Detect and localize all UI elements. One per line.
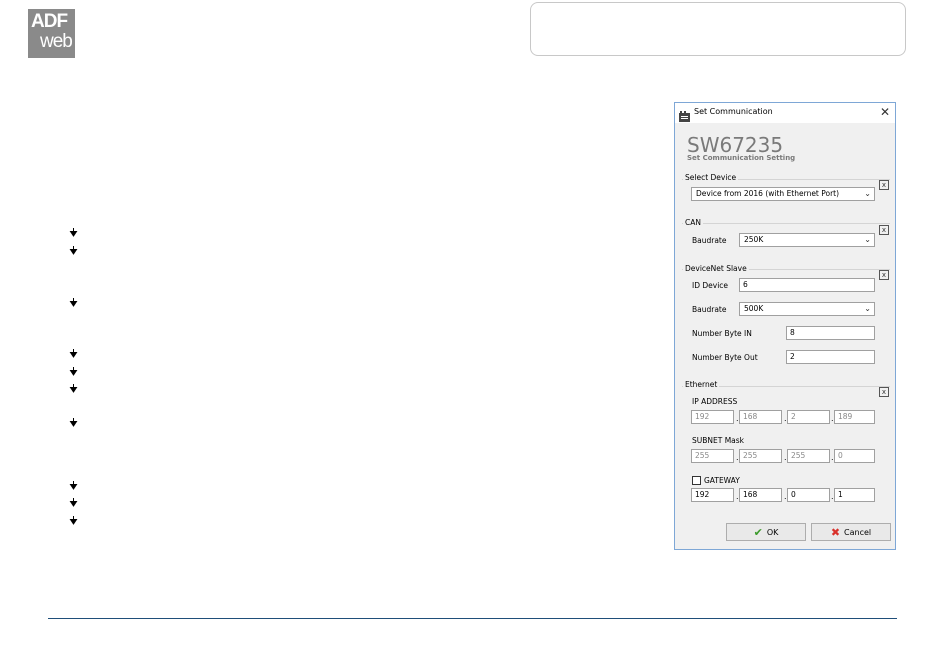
dialog-title: Set Communication — [694, 107, 773, 116]
can-baudrate-select[interactable]: 250K ⌄ — [739, 233, 875, 247]
devicenet-baudrate-label: Baudrate — [692, 305, 727, 314]
arrow-bullet-icon — [69, 228, 78, 237]
app-icon — [679, 107, 690, 122]
gateway-octet-4[interactable]: 1 — [834, 488, 875, 502]
arrow-bullet-icon — [69, 418, 78, 427]
arrow-bullet-icon — [69, 384, 78, 393]
gateway-label: GATEWAY — [704, 476, 740, 485]
select-device-label: Select Device — [683, 173, 739, 182]
subnet-octet-3[interactable]: 255 — [787, 449, 830, 463]
cancel-label: Cancel — [844, 527, 872, 537]
subnet-octet-2[interactable]: 255 — [739, 449, 782, 463]
devicenet-baudrate-select[interactable]: 500K ⌄ — [739, 302, 875, 316]
byte-in-input[interactable]: 8 — [786, 326, 875, 340]
arrow-bullet-icon — [69, 481, 78, 490]
byte-in-label: Number Byte IN — [692, 329, 752, 338]
gateway-checkbox[interactable] — [692, 476, 701, 485]
dialog-titlebar[interactable]: Set Communication ✕ — [675, 103, 895, 123]
can-baudrate-value: 250K — [744, 235, 764, 244]
arrow-bullet-icon — [69, 246, 78, 255]
gateway-octet-2[interactable]: 168 — [739, 488, 782, 502]
logo-line2: web — [40, 31, 73, 52]
arrow-bullet-icon — [69, 516, 78, 525]
device-select[interactable]: Device from 2016 (with Ethernet Port) ⌄ — [691, 187, 875, 201]
logo-line1: ADF — [31, 11, 68, 32]
adfweb-logo: ADF web — [28, 9, 75, 58]
devicenet-label: DeviceNet Slave — [683, 264, 749, 273]
dialog-subtitle: Set Communication Setting — [687, 154, 796, 162]
subnet-octet-1[interactable]: 255 — [691, 449, 734, 463]
devicenet-baudrate-value: 500K — [744, 304, 764, 313]
ip-octet-2[interactable]: 168 — [739, 410, 782, 424]
header-box — [530, 2, 906, 56]
collapse-icon[interactable]: x — [879, 225, 889, 235]
collapse-icon[interactable]: x — [879, 180, 889, 190]
check-icon: ✔ — [753, 525, 763, 539]
collapse-icon[interactable]: x — [879, 387, 889, 397]
ok-button[interactable]: ✔ OK — [726, 523, 806, 541]
collapse-icon[interactable]: x — [879, 270, 889, 280]
cancel-button[interactable]: ✖ Cancel — [811, 523, 891, 541]
arrow-bullet-icon — [69, 349, 78, 358]
subnet-mask-label: SUBNET Mask — [692, 436, 745, 445]
ip-octet-4[interactable]: 189 — [834, 410, 875, 424]
gateway-octet-3[interactable]: 0 — [787, 488, 830, 502]
set-communication-dialog: Set Communication ✕ SW67235 Set Communic… — [674, 102, 896, 550]
close-icon[interactable]: ✕ — [880, 105, 890, 119]
ok-label: OK — [766, 527, 779, 537]
cross-icon: ✖ — [830, 525, 841, 539]
footer-divider — [48, 618, 897, 619]
device-select-value: Device from 2016 (with Ethernet Port) — [696, 189, 840, 198]
chevron-down-icon: ⌄ — [864, 189, 871, 198]
id-device-label: ID Device — [692, 281, 729, 290]
byte-out-input[interactable]: 2 — [786, 350, 875, 364]
ethernet-label: Ethernet — [683, 380, 720, 389]
gateway-octet-1[interactable]: 192 — [691, 488, 734, 502]
byte-out-label: Number Byte Out — [692, 353, 758, 362]
id-device-input[interactable]: 6 — [739, 278, 875, 292]
arrow-bullet-icon — [69, 367, 78, 376]
can-label: CAN — [683, 218, 703, 227]
can-baudrate-label: Baudrate — [692, 236, 727, 245]
chevron-down-icon: ⌄ — [864, 304, 871, 313]
dialog-body: SW67235 Set Communication Setting Select… — [675, 123, 895, 549]
chevron-down-icon: ⌄ — [864, 235, 871, 244]
ip-octet-3[interactable]: 2 — [787, 410, 830, 424]
ip-address-label: IP ADDRESS — [692, 397, 738, 406]
arrow-bullet-icon — [69, 298, 78, 307]
ip-octet-1[interactable]: 192 — [691, 410, 734, 424]
subnet-octet-4[interactable]: 0 — [834, 449, 875, 463]
arrow-bullet-icon — [69, 498, 78, 507]
